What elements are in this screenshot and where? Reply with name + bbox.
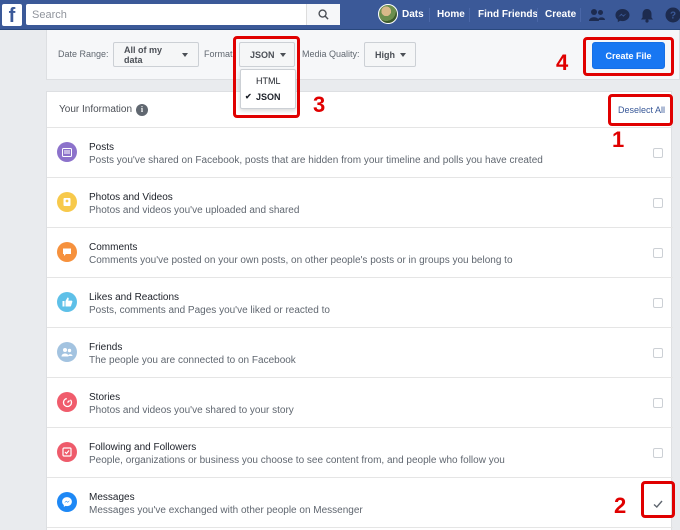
list-item[interactable]: Comments Comments you've posted on your … (47, 228, 673, 278)
messenger-icon[interactable] (613, 6, 631, 24)
annotation-number-1: 1 (612, 127, 625, 152)
item-description: Posts, comments and Pages you've liked o… (89, 305, 330, 316)
annotation-box-create-file (583, 37, 674, 76)
posts-icon (57, 142, 77, 162)
date-range-dropdown[interactable]: All of my data (113, 42, 199, 67)
friends-icon (57, 342, 77, 362)
facebook-logo-icon[interactable]: f (2, 4, 22, 26)
chevron-down-icon (182, 52, 188, 57)
list-item[interactable]: Likes and Reactions Posts, comments and … (47, 278, 673, 328)
media-quality-label: Media Quality: (302, 49, 360, 59)
annotation-number-4: 4 (556, 50, 569, 75)
list-item[interactable]: Stories Photos and videos you've shared … (47, 378, 673, 428)
stories-icon (57, 392, 77, 412)
avatar (378, 4, 398, 24)
annotation-number-3: 3 (313, 92, 326, 117)
profile-link[interactable]: Dats (378, 4, 424, 24)
item-checkbox[interactable] (653, 198, 663, 208)
item-description: Photos and videos you've shared to your … (89, 405, 294, 416)
item-title: Comments (89, 242, 138, 253)
search-icon (318, 9, 329, 20)
list-item[interactable]: Following and Followers People, organiza… (47, 428, 673, 478)
item-title: Friends (89, 342, 123, 353)
media-quality-value: High (375, 49, 395, 60)
messenger-icon (57, 492, 77, 512)
comments-icon (57, 242, 77, 262)
photos-icon (57, 192, 77, 212)
annotation-box-format (233, 36, 300, 118)
item-description: Posts you've shared on Facebook, posts t… (89, 155, 543, 166)
annotation-box-deselect-all (608, 94, 673, 126)
info-icon[interactable]: i (136, 104, 148, 116)
like-icon (57, 292, 77, 312)
item-title: Photos and Videos (89, 192, 173, 203)
list-item[interactable]: Messages Messages you've exchanged with … (47, 478, 673, 528)
date-range-label: Date Range: (58, 49, 109, 59)
chevron-down-icon (400, 52, 406, 57)
panel-header: Your Information i Deselect All (47, 92, 673, 128)
item-description: People, organizations or business you ch… (89, 455, 505, 466)
date-range-value: All of my data (124, 44, 163, 65)
item-description: Messages you've exchanged with other peo… (89, 505, 363, 516)
item-description: The people you are connected to on Faceb… (89, 355, 296, 366)
item-checkbox[interactable] (653, 148, 663, 158)
svg-text:?: ? (670, 11, 676, 22)
format-label: Format: (204, 49, 236, 59)
item-description: Comments you've posted on your own posts… (89, 255, 513, 266)
item-description: Photos and videos you've uploaded and sh… (89, 205, 300, 216)
list-item[interactable]: Photos and Videos Photos and videos you'… (47, 178, 673, 228)
list-item[interactable]: Friends The people you are connected to … (47, 328, 673, 378)
nav-divider (429, 8, 430, 22)
panel-title: Your Information (59, 104, 133, 115)
item-title: Following and Followers (89, 442, 197, 453)
item-checkbox[interactable] (653, 298, 663, 308)
list-item[interactable]: Posts Posts you've shared on Facebook, p… (47, 128, 673, 178)
item-checkbox[interactable] (653, 398, 663, 408)
nav-divider (537, 8, 538, 22)
search-input[interactable] (26, 4, 306, 25)
nav-create-link[interactable]: Create (545, 9, 576, 20)
friend-requests-icon[interactable] (588, 6, 606, 24)
user-name: Dats (402, 8, 424, 20)
item-title: Likes and Reactions (89, 292, 180, 303)
item-checkbox[interactable] (653, 448, 663, 458)
annotation-number-2: 2 (614, 493, 627, 518)
annotation-box-messages-checkbox (641, 481, 675, 518)
notifications-bell-icon[interactable] (638, 6, 656, 24)
item-title: Messages (89, 492, 135, 503)
item-checkbox[interactable] (653, 248, 663, 258)
nav-divider (580, 8, 581, 22)
media-quality-dropdown[interactable]: High (364, 42, 416, 67)
help-icon[interactable]: ? (664, 6, 680, 24)
nav-home-link[interactable]: Home (437, 9, 465, 20)
search-button[interactable] (306, 4, 340, 25)
nav-divider (469, 8, 470, 22)
nav-find-friends-link[interactable]: Find Friends (478, 9, 538, 20)
following-icon (57, 442, 77, 462)
item-checkbox[interactable] (653, 348, 663, 358)
your-information-panel: Your Information i Deselect All Posts Po… (46, 91, 673, 530)
search-box (26, 4, 340, 25)
top-navigation-bar: f Dats Home Find Friends Create ? (0, 0, 680, 30)
item-title: Stories (89, 392, 121, 403)
item-title: Posts (89, 142, 115, 153)
